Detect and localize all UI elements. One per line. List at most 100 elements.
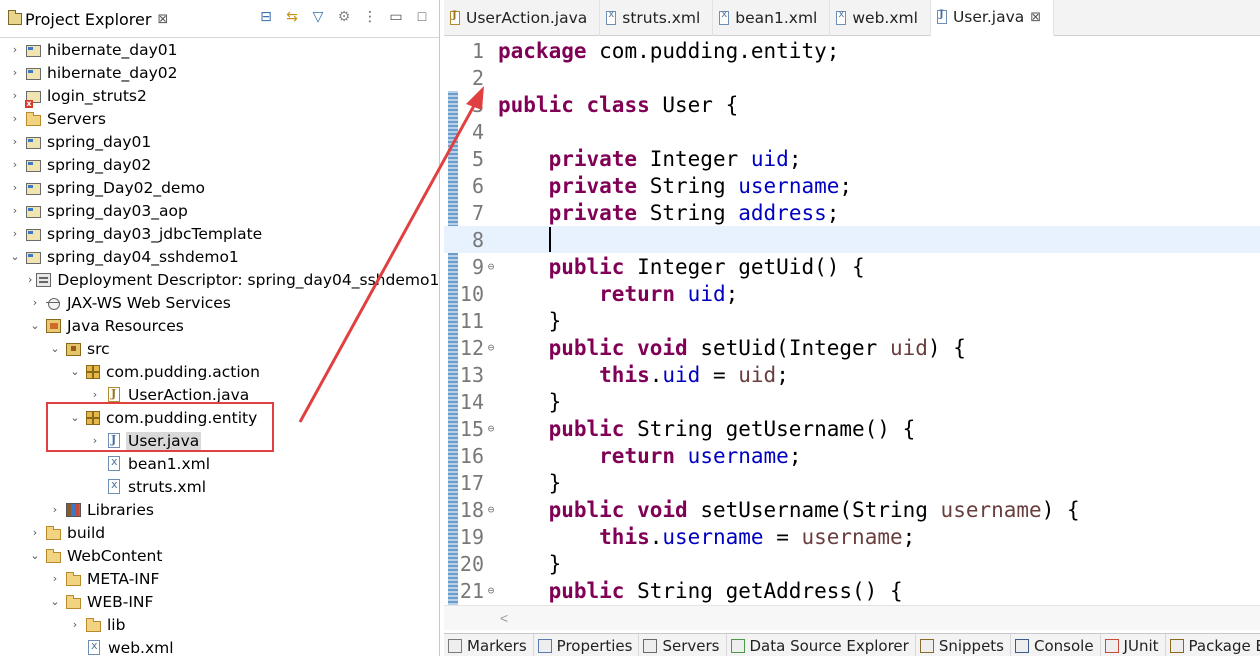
close-icon[interactable]: ⊠ bbox=[1030, 10, 1041, 25]
editor-tab[interactable]: UserAction.java bbox=[444, 0, 601, 36]
tree-item[interactable]: › Deployment Descriptor: spring_day04_ssh… bbox=[0, 268, 439, 291]
close-icon[interactable]: ⊠ bbox=[157, 12, 168, 27]
tree-item[interactable]: › JAX-WS Web Services bbox=[0, 291, 439, 314]
tree-item[interactable]: ⌄ Java Resources bbox=[0, 314, 439, 337]
chevron-right-icon[interactable]: › bbox=[8, 43, 22, 57]
tree-item[interactable]: › build bbox=[0, 521, 439, 544]
code-line[interactable]: 10 return uid; bbox=[444, 280, 1260, 307]
code-line[interactable]: 21 ⊖ public String getAddress() { bbox=[444, 577, 1260, 604]
tree-item[interactable]: › login_struts2 bbox=[0, 84, 439, 108]
bottom-tab[interactable]: Package E bbox=[1166, 634, 1260, 656]
tree-item[interactable]: web.xml bbox=[0, 636, 439, 656]
code-line[interactable]: 20 } bbox=[444, 550, 1260, 577]
code-line[interactable]: 4 bbox=[444, 118, 1260, 145]
code-line[interactable]: 9 ⊖ public Integer getUid() { bbox=[444, 253, 1260, 280]
code-line[interactable]: 11 } bbox=[444, 307, 1260, 334]
chevron-down-icon[interactable]: ⌄ bbox=[48, 342, 62, 356]
bottom-tab[interactable]: Snippets bbox=[916, 634, 1011, 656]
fold-toggle-icon[interactable]: ⊖ bbox=[484, 584, 498, 597]
code-line[interactable]: 7 private String address; bbox=[444, 199, 1260, 226]
editor-tab[interactable]: web.xml bbox=[830, 0, 931, 36]
view-menu-icon[interactable]: ⋮ bbox=[362, 8, 378, 24]
maximize-icon[interactable]: □ bbox=[414, 8, 430, 24]
chevron-right-icon[interactable]: › bbox=[8, 158, 22, 172]
tree-item[interactable]: › spring_day03_aop bbox=[0, 199, 439, 222]
code-line[interactable]: 1 package com.pudding.entity; bbox=[444, 37, 1260, 64]
minimize-icon[interactable]: ▭ bbox=[388, 8, 404, 24]
chevron-right-icon[interactable]: › bbox=[8, 181, 22, 195]
tree-item[interactable]: ⌄ WebContent bbox=[0, 544, 439, 567]
tree-item[interactable]: › spring_day03_jdbcTemplate bbox=[0, 222, 439, 245]
scroll-left-icon[interactable]: < bbox=[500, 610, 508, 626]
chevron-down-icon[interactable]: ⌄ bbox=[28, 549, 42, 563]
tree-item[interactable]: › lib bbox=[0, 613, 439, 636]
chevron-right-icon[interactable]: › bbox=[68, 618, 82, 632]
fold-toggle-icon[interactable]: ⊖ bbox=[484, 503, 498, 516]
code-line[interactable]: 17 } bbox=[444, 469, 1260, 496]
settings-icon[interactable]: ⚙ bbox=[336, 8, 352, 24]
chevron-down-icon[interactable]: ⌄ bbox=[8, 250, 22, 264]
code-line[interactable]: 13 this.uid = uid; bbox=[444, 361, 1260, 388]
editor-tab[interactable]: User.java ⊠ bbox=[930, 0, 1055, 36]
code-line[interactable]: 15 ⊖ public String getUsername() { bbox=[444, 415, 1260, 442]
tree-item[interactable]: › Servers bbox=[0, 107, 439, 130]
chevron-right-icon[interactable]: › bbox=[48, 503, 62, 517]
tree-item[interactable]: › UserAction.java bbox=[0, 383, 439, 406]
fold-toggle-icon[interactable]: ⊖ bbox=[484, 341, 498, 354]
collapse-all-icon[interactable]: ⊟ bbox=[258, 8, 274, 24]
tree-item[interactable]: ⌄ WEB-INF bbox=[0, 590, 439, 613]
chevron-right-icon[interactable]: › bbox=[8, 112, 22, 126]
chevron-down-icon[interactable]: ⌄ bbox=[48, 595, 62, 609]
code-line[interactable]: 14 } bbox=[444, 388, 1260, 415]
code-line[interactable]: 12 ⊖ public void setUid(Integer uid) { bbox=[444, 334, 1260, 361]
horizontal-scrollbar[interactable]: < bbox=[444, 605, 1260, 630]
bottom-tab[interactable]: JUnit bbox=[1101, 634, 1166, 656]
chevron-right-icon[interactable]: › bbox=[28, 526, 42, 540]
code-line[interactable]: 5 private Integer uid; bbox=[444, 145, 1260, 172]
tree-item[interactable]: ⌄ src bbox=[0, 337, 439, 360]
tree-item[interactable]: › User.java bbox=[0, 429, 439, 452]
filter-icon[interactable]: ▽ bbox=[310, 8, 326, 24]
chevron-right-icon[interactable]: › bbox=[8, 227, 22, 241]
editor-tab[interactable]: struts.xml bbox=[600, 0, 714, 36]
fold-toggle-icon[interactable]: ⊖ bbox=[484, 260, 498, 273]
chevron-right-icon[interactable]: › bbox=[48, 572, 62, 586]
chevron-right-icon[interactable]: › bbox=[88, 388, 102, 402]
tree-item[interactable]: › spring_Day02_demo bbox=[0, 176, 439, 199]
tree-item[interactable]: › Libraries bbox=[0, 498, 439, 521]
editor-tab[interactable]: bean1.xml bbox=[713, 0, 831, 36]
project-explorer-tab[interactable]: Project Explorer ⊠ bbox=[0, 0, 168, 38]
chevron-down-icon[interactable]: ⌄ bbox=[68, 365, 82, 379]
link-with-editor-icon[interactable]: ⇆ bbox=[284, 8, 300, 24]
tree-item[interactable]: › hibernate_day02 bbox=[0, 61, 439, 84]
tree-item[interactable]: ⌄ spring_day04_sshdemo1 bbox=[0, 245, 439, 268]
bottom-tab[interactable]: Console bbox=[1011, 634, 1101, 656]
code-line[interactable]: 18 ⊖ public void setUsername(String usern… bbox=[444, 496, 1260, 523]
chevron-down-icon[interactable]: ⌄ bbox=[68, 411, 82, 425]
chevron-right-icon[interactable]: › bbox=[8, 89, 22, 103]
tree-item[interactable]: ⌄ com.pudding.action bbox=[0, 360, 439, 383]
bottom-tab[interactable]: Properties bbox=[534, 634, 640, 656]
code-line[interactable]: 3 public class User { bbox=[444, 91, 1260, 118]
chevron-right-icon[interactable]: › bbox=[8, 204, 22, 218]
tree-item[interactable]: › hibernate_day01 bbox=[0, 38, 439, 61]
tree-item[interactable]: bean1.xml bbox=[0, 452, 439, 475]
fold-toggle-icon[interactable]: ⊖ bbox=[484, 422, 498, 435]
code-area[interactable]: 1 package com.pudding.entity; 2 3 public cla… bbox=[444, 37, 1260, 605]
chevron-right-icon[interactable]: › bbox=[28, 296, 42, 310]
tree-item[interactable]: › spring_day01 bbox=[0, 130, 439, 153]
tree-item[interactable]: › spring_day02 bbox=[0, 153, 439, 176]
chevron-right-icon[interactable]: › bbox=[8, 66, 22, 80]
bottom-tab[interactable]: Data Source Explorer bbox=[727, 634, 916, 656]
bottom-tab[interactable]: Servers bbox=[639, 634, 727, 656]
code-line[interactable]: 16 return username; bbox=[444, 442, 1260, 469]
chevron-down-icon[interactable]: ⌄ bbox=[28, 319, 42, 333]
code-line[interactable]: 6 private String username; bbox=[444, 172, 1260, 199]
tree-item[interactable]: › META-INF bbox=[0, 567, 439, 590]
code-line[interactable]: 8 bbox=[444, 226, 1260, 253]
tree-item[interactable]: struts.xml bbox=[0, 475, 439, 498]
tree-item[interactable]: ⌄ com.pudding.entity bbox=[0, 406, 439, 429]
chevron-right-icon[interactable]: › bbox=[88, 434, 102, 448]
bottom-tab[interactable]: Markers bbox=[444, 634, 534, 656]
chevron-right-icon[interactable]: › bbox=[28, 273, 32, 287]
